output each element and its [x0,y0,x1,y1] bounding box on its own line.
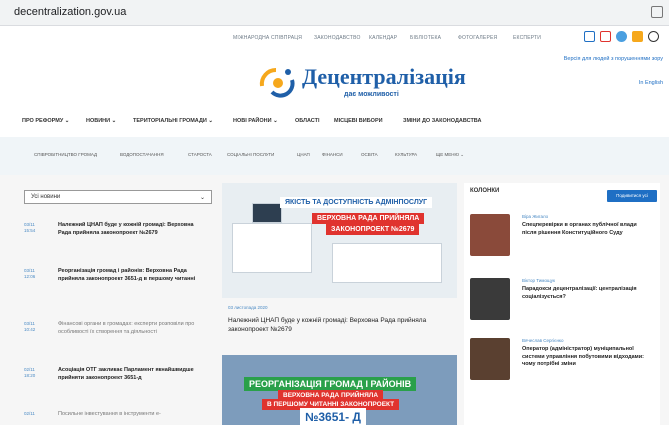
column-title[interactable]: Спецперевірки в органах публічної влади … [522,222,652,237]
subnav-cnap[interactable]: ЦНАП [297,152,310,157]
column-title[interactable]: Оператор (адміністратор) муніципальної с… [522,346,652,369]
news-title[interactable]: Реорганізація громад і районів: Верховна… [58,268,208,283]
telegram-icon[interactable] [616,31,627,42]
topbar-link-legislation[interactable]: ЗАКОНОДАВСТВО [314,35,361,41]
topbar-link-gallery[interactable]: ФОТОГАЛЕРЕЯ [458,35,497,41]
subnav-water[interactable]: ВОДОПОСТАЧАННЯ [120,152,164,157]
extension-icon[interactable] [651,6,663,18]
featured-image[interactable]: ЯКІСТЬ ТА ДОСТУПНІСТЬ АДМІНПОСЛУГ ВЕРХОВ… [222,183,457,298]
column-title[interactable]: Парадокси децентралізації: централізація… [522,286,652,301]
subnav-starosta[interactable]: СТАРОСТА [188,152,212,157]
logo-tagline: дає можливості [344,91,399,98]
site-logo[interactable]: Децентралізація дає можливості [258,60,466,110]
banner-red-1: ВЕРХОВНА РАДА ПРИЙНЯЛА [312,213,425,224]
view-all-button[interactable]: Подивитися усі [607,190,657,202]
news-date: 03/11 10:42 [24,321,36,332]
bill-number: №3651- Д [300,408,366,425]
nav-new-districts[interactable]: НОВІ РАЙОНИ ⌄ [233,118,278,124]
news-filter-select[interactable]: Усі новини ⌄ [24,190,212,204]
news-date: 02/11 [24,411,35,416]
second-image[interactable]: РЕОРГАНІЗАЦІЯ ГРОМАД І РАЙОНІВ ВЕРХОВНА … [222,355,457,425]
featured-date: 03 листопада 2020 [228,305,268,310]
nav-about-reform[interactable]: ПРО РЕФОРМУ ⌄ [22,118,69,124]
subnav-finance[interactable]: ФІНАНСИ [322,152,343,157]
topbar-link-international[interactable]: МІЖНАРОДНА СПІВПРАЦЯ [233,35,302,41]
subnav-cooperation[interactable]: СПІВРОБІТНИЦТВО ГРОМАД [34,152,97,157]
office-counter [332,243,442,283]
avatar [470,338,510,380]
news-date: 02/11 18:20 [24,367,36,378]
chevron-down-icon: ⌄ [199,195,205,201]
topbar-link-experts[interactable]: ЕКСПЕРТИ [513,35,541,41]
logo-name: Децентралізація [302,64,466,89]
banner-red-2: ЗАКОНОПРОЕКТ №2679 [326,224,420,235]
subnav-more[interactable]: ЩЕ МЕНЮ ⌄ [436,152,464,158]
column-author[interactable]: Вячеслав Сергієнко [522,338,563,343]
news-date: 03/11 15:54 [24,222,36,233]
topbar-link-library[interactable]: БІБЛІОТЕКА [410,35,441,41]
sub-nav: СПІВРОБІТНИЦТВО ГРОМАД ВОДОПОСТАЧАННЯ СТ… [0,137,669,175]
column-author[interactable]: Віктор Тимощук [522,278,555,283]
english-link[interactable]: In English [639,80,663,86]
youtube-icon[interactable] [600,31,611,42]
news-date: 03/11 12:06 [24,268,36,279]
news-filter-value: Усі новини [31,194,61,200]
impaired-version-link[interactable]: Версія для людей з порушеннями зору [553,56,663,63]
column-author[interactable]: Віра Жигало [522,214,548,219]
subnav-education[interactable]: ОСВІТА [361,152,378,157]
featured-title[interactable]: Належний ЦНАП буде у кожній громаді: Вер… [228,316,453,334]
accessibility-icon[interactable] [648,31,659,42]
avatar [470,278,510,320]
office-desk [232,223,312,273]
facebook-icon[interactable] [584,31,595,42]
nav-local-elections[interactable]: МІСЦЕВІ ВИБОРИ [334,118,383,124]
news-title[interactable]: Належний ЦНАП буде у кожній громаді: Вер… [58,222,208,237]
banner-top: ЯКІСТЬ ТА ДОСТУПНІСТЬ АДМІНПОСЛУГ [280,197,433,208]
news-title[interactable]: Фінансові органи в громадах: експерти ро… [58,321,208,336]
url-text[interactable]: decentralization.gov.ua [14,6,126,18]
news-title[interactable]: Посильне інвестування в інструменти е- [58,411,208,419]
subnav-social[interactable]: СОЦІАЛЬНІ ПОСЛУГИ [227,152,274,157]
columns-panel: КОЛОНКИ Подивитися усі Віра Жигало Спецп… [464,183,660,425]
banner-top: РЕОРГАНІЗАЦІЯ ГРОМАД І РАЙОНІВ [244,377,417,391]
nav-regions[interactable]: ОБЛАСТІ [295,118,320,124]
nav-legislation-changes[interactable]: ЗМІНИ ДО ЗАКОНОДАВСТВА [403,118,481,124]
news-title[interactable]: Асоціація ОТГ закликає Парламент якнайшв… [58,367,208,382]
subnav-culture[interactable]: КУЛЬТУРА [395,152,417,157]
monitor-icon [252,203,282,223]
avatar [470,214,510,256]
main-nav: ПРО РЕФОРМУ ⌄ НОВИНИ ⌄ ТЕРИТОРІАЛЬНІ ГРО… [0,115,669,129]
nav-news[interactable]: НОВИНИ ⌄ [86,118,116,124]
topbar-link-calendar[interactable]: КАЛЕНДАР [369,35,397,41]
browser-address-bar[interactable]: decentralization.gov.ua [0,0,669,26]
rss-icon[interactable] [632,31,643,42]
columns-heading: КОЛОНКИ [470,188,500,194]
nav-communities[interactable]: ТЕРИТОРІАЛЬНІ ГРОМАДИ ⌄ [133,118,213,124]
logo-mark-icon [259,67,295,98]
